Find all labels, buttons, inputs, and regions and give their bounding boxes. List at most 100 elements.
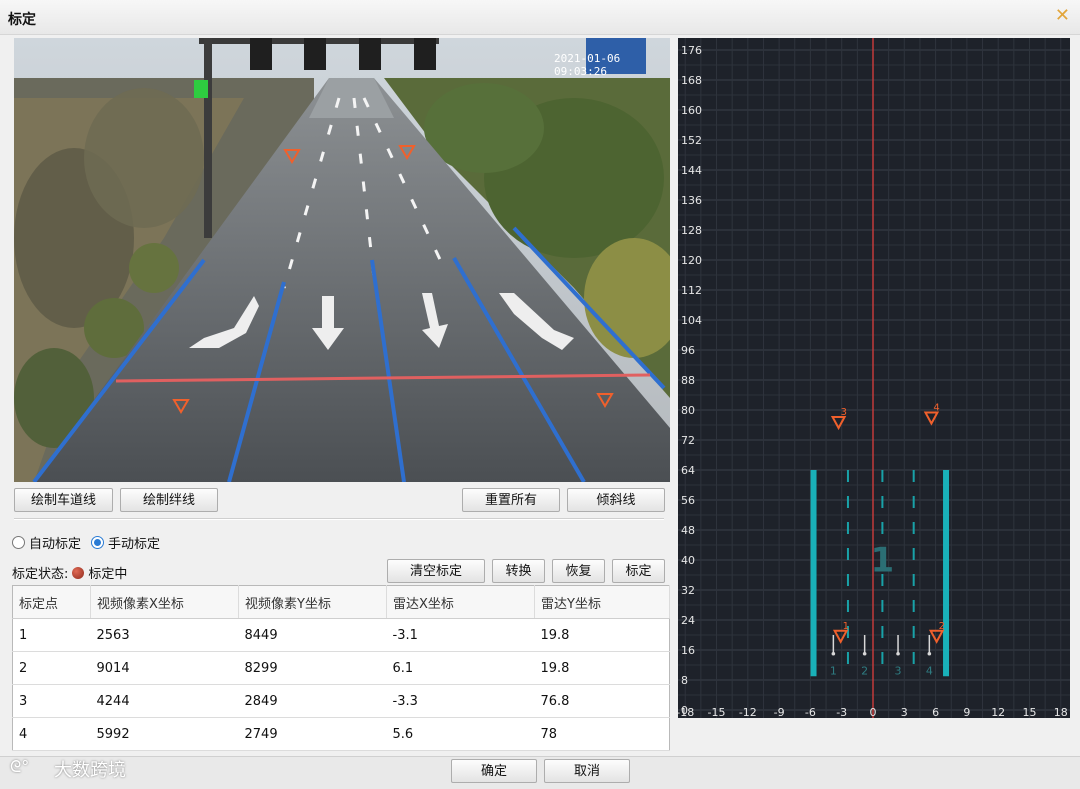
x-tick-label: -6 (805, 706, 816, 718)
y-tick-label: 32 (681, 584, 695, 597)
draw-trip-button[interactable]: 绘制绊线 (120, 488, 218, 512)
calibration-point-label: 4 (933, 403, 939, 414)
lane-arrow-icon (831, 651, 836, 656)
table-cell[interactable]: 19.8 (534, 618, 670, 652)
x-tick-label: 6 (932, 706, 939, 718)
table-cell[interactable]: 78 (534, 717, 670, 751)
status-value: 标定中 (88, 567, 128, 582)
y-tick-label: 8 (681, 674, 688, 687)
auto-mode-radio[interactable] (12, 536, 25, 549)
calibration-status: 标定状态: 标定中 (12, 563, 127, 582)
table-cell[interactable]: 9014 (90, 651, 239, 685)
table-row[interactable]: 2 9014 8299 6.1 19.8 (12, 651, 670, 685)
zone-label: 1 (871, 540, 895, 580)
table-cell[interactable]: 2563 (90, 618, 239, 652)
y-tick-label: 96 (681, 344, 695, 357)
y-tick-label: 104 (681, 314, 702, 327)
calibrate-button[interactable]: 标定 (612, 559, 665, 583)
video-preview[interactable]: 2021-01-06 09:03:26 (14, 38, 670, 482)
table-cell[interactable]: 4244 (90, 684, 239, 718)
tilt-line-button[interactable]: 倾斜线 (567, 488, 665, 512)
lane-boundary-left (810, 470, 817, 677)
lane-label: 2 (861, 664, 868, 677)
x-tick-label: -9 (774, 706, 785, 718)
y-tick-label: 88 (681, 374, 695, 387)
table-cell[interactable]: 2849 (238, 684, 387, 718)
calibration-mode-group: 自动标定 手动标定 (12, 533, 160, 552)
table-cell: 4 (12, 717, 91, 751)
convert-button[interactable]: 转换 (492, 559, 545, 583)
table-cell[interactable]: 5.6 (386, 717, 535, 751)
table-header-row: 标定点 视频像素X坐标 视频像素Y坐标 雷达X坐标 雷达Y坐标 (12, 585, 670, 619)
radar-view[interactable]: 11 2 3 4 1761681601521441361281201121049688… (678, 38, 1070, 718)
table-cell[interactable]: 6.1 (386, 651, 535, 685)
reset-all-button[interactable]: 重置所有 (462, 488, 560, 512)
table-cell[interactable]: 76.8 (534, 684, 670, 718)
column-header: 视频像素X坐标 (90, 585, 239, 619)
x-tick-label: -15 (708, 706, 726, 718)
restore-button[interactable]: 恢复 (552, 559, 605, 583)
y-tick-label: 16 (681, 644, 695, 657)
column-header: 标定点 (12, 585, 91, 619)
draw-lane-button[interactable]: 绘制车道线 (14, 488, 113, 512)
video-timestamp: 2021-01-06 09:03:26 (554, 52, 621, 78)
cancel-button[interactable]: 取消 (544, 759, 630, 783)
table-cell[interactable]: 8299 (238, 651, 387, 685)
lane-label: 1 (830, 664, 837, 677)
y-tick-label: 80 (681, 404, 695, 417)
table-cell: 3 (12, 684, 91, 718)
calibration-point-label: 1 (843, 621, 849, 632)
manual-mode-radio[interactable] (91, 536, 105, 549)
table-cell: 1 (12, 618, 91, 652)
watermark-text: 大数跨境 (54, 760, 126, 781)
table-cell[interactable]: 2749 (238, 717, 387, 751)
y-tick-label: 128 (681, 224, 702, 237)
window-title: 标定 (8, 12, 36, 28)
table-cell[interactable]: 8449 (238, 618, 387, 652)
x-tick-label: 0 (870, 706, 877, 718)
lane-arrow-icon (896, 651, 900, 656)
clear-calibration-button[interactable]: 清空标定 (387, 559, 485, 583)
x-tick-label: -12 (739, 706, 757, 718)
y-tick-label: 72 (681, 434, 695, 447)
watermark-logo-icon: ᘓ° (10, 757, 30, 776)
table-cell: 2 (12, 651, 91, 685)
y-tick-label: 64 (681, 464, 695, 477)
title-bar: 标定 ✕ (0, 0, 1080, 35)
y-tick-label: 56 (681, 494, 695, 507)
x-tick-label: 15 (1022, 706, 1036, 718)
lane-label: 3 (895, 664, 902, 677)
y-tick-label: 112 (681, 284, 702, 297)
manual-mode-label[interactable]: 手动标定 (108, 533, 160, 552)
calibration-point-label: 3 (841, 407, 847, 418)
x-tick-label: -18 (678, 706, 694, 718)
divider (14, 518, 664, 520)
x-tick-label: 12 (991, 706, 1005, 718)
status-label: 标定状态: (12, 567, 69, 582)
y-tick-label: 144 (681, 164, 702, 177)
close-icon[interactable]: ✕ (1055, 5, 1070, 26)
y-tick-label: 176 (681, 44, 702, 57)
lane-label: 4 (926, 664, 933, 677)
y-tick-label: 136 (681, 194, 702, 207)
x-tick-label: 18 (1054, 706, 1068, 718)
x-tick-label: 9 (963, 706, 970, 718)
table-row[interactable]: 3 4244 2849 -3.3 76.8 (12, 684, 670, 718)
column-header: 视频像素Y坐标 (238, 585, 387, 619)
table-cell[interactable]: -3.3 (386, 684, 535, 718)
table-row[interactable]: 4 5992 2749 5.6 78 (12, 717, 670, 751)
table-cell[interactable]: 19.8 (534, 651, 670, 685)
ok-button[interactable]: 确定 (451, 759, 537, 783)
table-row[interactable]: 1 2563 8449 -3.1 19.8 (12, 618, 670, 652)
y-tick-label: 40 (681, 554, 695, 567)
auto-mode-label[interactable]: 自动标定 (29, 533, 81, 552)
table-cell[interactable]: 5992 (90, 717, 239, 751)
y-tick-label: 160 (681, 104, 702, 117)
y-tick-label: 152 (681, 134, 702, 147)
y-tick-label: 48 (681, 524, 695, 537)
y-tick-label: 120 (681, 254, 702, 267)
lane-arrow-icon (862, 651, 867, 656)
y-tick-label: 24 (681, 614, 695, 627)
table-cell[interactable]: -3.1 (386, 618, 535, 652)
calibration-table: 标定点 视频像素X坐标 视频像素Y坐标 雷达X坐标 雷达Y坐标 1 2563 8… (12, 585, 670, 751)
